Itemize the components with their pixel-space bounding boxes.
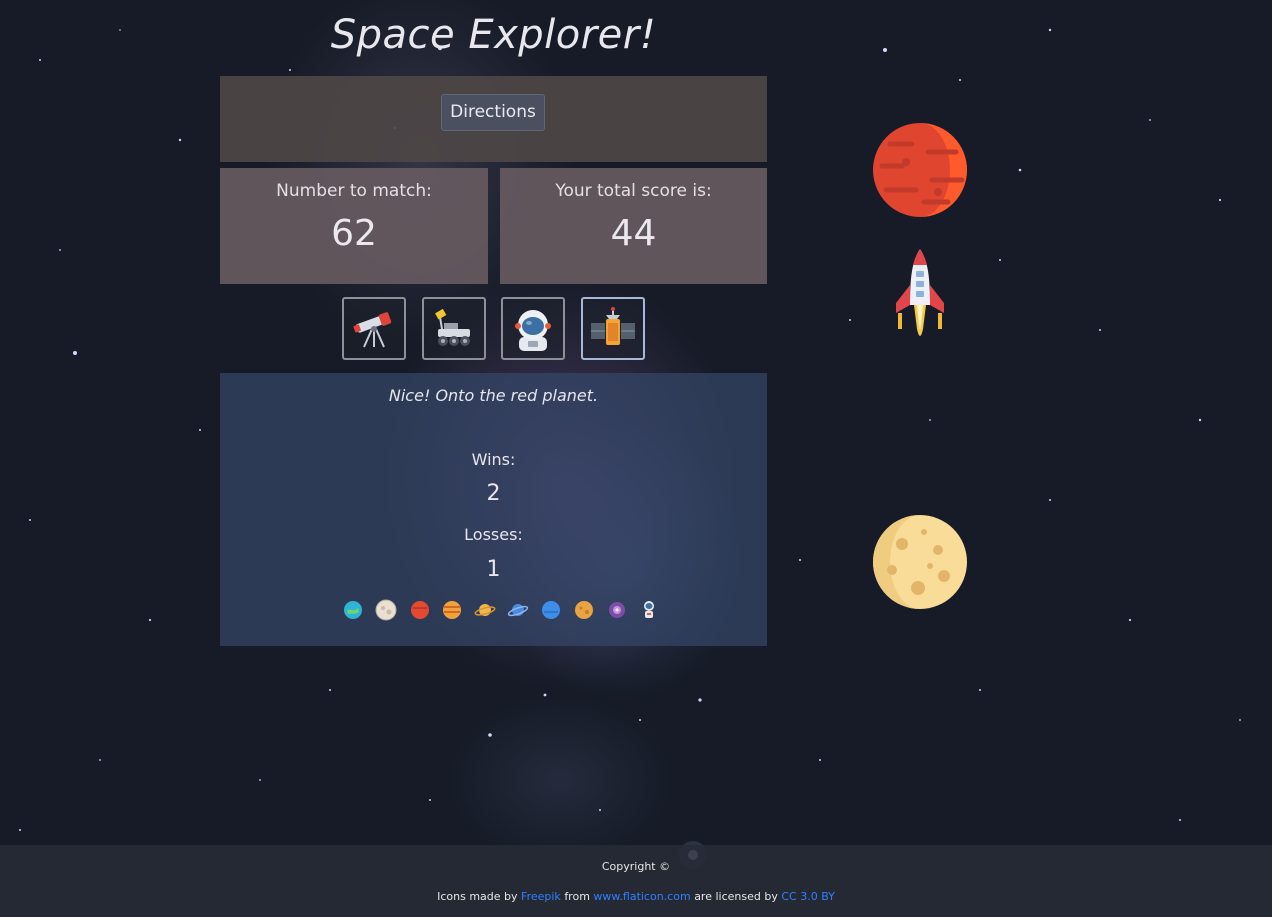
directions-button[interactable]: Directions (441, 94, 545, 131)
saturn-icon (474, 599, 496, 621)
credits-prefix: Icons made by (437, 890, 518, 903)
losses-value: 1 (486, 557, 501, 582)
mars-planet-icon (873, 123, 967, 217)
wins-value: 2 (486, 481, 501, 506)
flaticon-link[interactable]: www.flaticon.com (593, 890, 690, 903)
telescope-icon (353, 312, 392, 348)
crystal-button-moon-rover[interactable] (422, 297, 486, 360)
uranus-icon (507, 599, 529, 621)
target-number-box: Number to match: 62 (220, 168, 488, 284)
page-title: Space Explorer! (330, 12, 657, 58)
freepik-link[interactable]: Freepik (521, 890, 561, 903)
rocket-icon (896, 249, 944, 336)
target-number-label: Number to match: (276, 181, 432, 201)
moon-planet-icon (873, 515, 967, 609)
crystal-button-astronaut[interactable] (501, 297, 565, 360)
total-score-label: Your total score is: (555, 181, 712, 201)
jupiter-icon (441, 599, 463, 621)
result-panel: Nice! Onto the red planet. Wins: 2 Losse… (220, 373, 767, 646)
mars-icon (409, 599, 431, 621)
crystal-button-satellite[interactable] (581, 297, 645, 360)
total-score-box: Your total score is: 44 (500, 168, 767, 284)
directions-panel: Directions (220, 76, 767, 162)
moon-icon (375, 599, 397, 621)
satellite-icon (591, 307, 635, 345)
wins-label: Wins: (471, 450, 516, 469)
target-number-value: 62 (331, 213, 377, 254)
pluto-icon (573, 599, 595, 621)
result-message: Nice! Onto the red planet. (388, 386, 599, 405)
neptune-icon (540, 599, 562, 621)
icon-credits: Icons made by Freepik from www.flaticon.… (0, 890, 1272, 903)
copyright-text: Copyright © (601, 860, 671, 873)
crystal-buttons (342, 297, 645, 361)
footer: Copyright © Icons made by Freepik from w… (0, 845, 1272, 917)
moon-rover-icon (435, 308, 470, 346)
credits-licensed: are licensed by (694, 890, 778, 903)
credits-from: from (564, 890, 590, 903)
earth-icon (342, 599, 364, 621)
astronaut-icon (515, 310, 551, 351)
astronaut-icon (638, 599, 660, 621)
crystal-button-telescope[interactable] (342, 297, 406, 360)
losses-label: Losses: (464, 525, 523, 544)
planet-progress-row (340, 599, 670, 623)
license-link[interactable]: CC 3.0 BY (781, 890, 835, 903)
galaxy-icon (606, 599, 628, 621)
total-score-value: 44 (610, 213, 657, 254)
